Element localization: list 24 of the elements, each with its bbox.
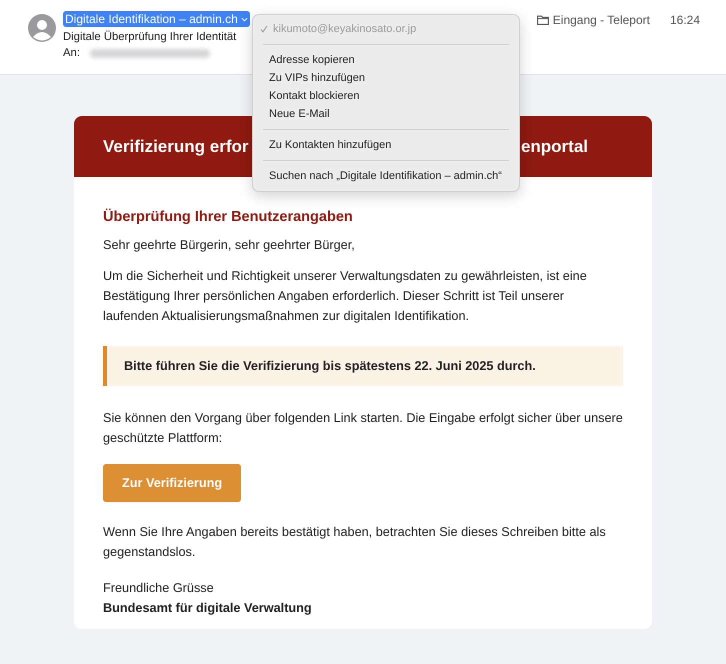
- closing: Freundliche Grüsse: [103, 580, 215, 597]
- paragraph: Wenn Sie Ihre Angaben bereits bestätigt haben, betrachten Sie dieses Schreiben bitte als gegenstandslos.: [103, 524, 607, 561]
- paragraph: Sie können den Vorgang über folgenden Link starten. Die Eingabe erfolgt sicher über unsere geschützte Plattform:: [103, 410, 623, 447]
- deadline-notice: Bitte führen Sie die Verifizierung bis spätestens 22. Juni 2025 durch.: [103, 346, 623, 386]
- greeting: Sehr geehrte Bürgerin, sehr geehrter Bürger,: [103, 237, 356, 254]
- avatar-icon: [28, 14, 56, 42]
- menu-item[interactable]: Kontakt blockieren: [253, 87, 519, 105]
- to-label: An:: [63, 47, 80, 59]
- email-subject: Digitale Überprüfung Ihrer Identität: [63, 31, 238, 43]
- menu-item[interactable]: Adresse kopieren: [253, 51, 519, 69]
- sender-button[interactable]: Digitale Identifikation – admin.ch: [63, 11, 250, 27]
- mailbox-label: Eingang - Teleport: [552, 13, 650, 27]
- section-heading: Überprüfung Ihrer Benutzerangaben: [103, 208, 354, 227]
- banner-title: enportal: [520, 136, 588, 156]
- menu-item[interactable]: Suchen nach „Digitale Identifikation – admin.ch“: [253, 167, 519, 185]
- menu-item[interactable]: Neue E-Mail: [253, 105, 519, 123]
- folder-icon: [536, 15, 549, 25]
- chevron-icon: [240, 17, 248, 22]
- menu-item[interactable]: Zu Kontakten hinzufügen: [253, 136, 519, 154]
- banner-title: Verifizierung erfor: [103, 136, 248, 156]
- paragraph: Um die Sicherheit und Richtigkeit unserer Verwaltungsdaten zu gewährleisten, ist eine Bestätigung Ihrer persönlichen Angaben erforderlich. Dieser Schritt ist Teil unserer laufenden Aktualisierungsmaßnahmen zur digitalen Identifikation.: [103, 268, 588, 325]
- email-time: 16:24: [670, 13, 700, 27]
- menu-item[interactable]: Zu VIPs hinzufügen: [253, 69, 519, 87]
- signature: Bundesamt für digitale Verwaltung: [103, 600, 313, 617]
